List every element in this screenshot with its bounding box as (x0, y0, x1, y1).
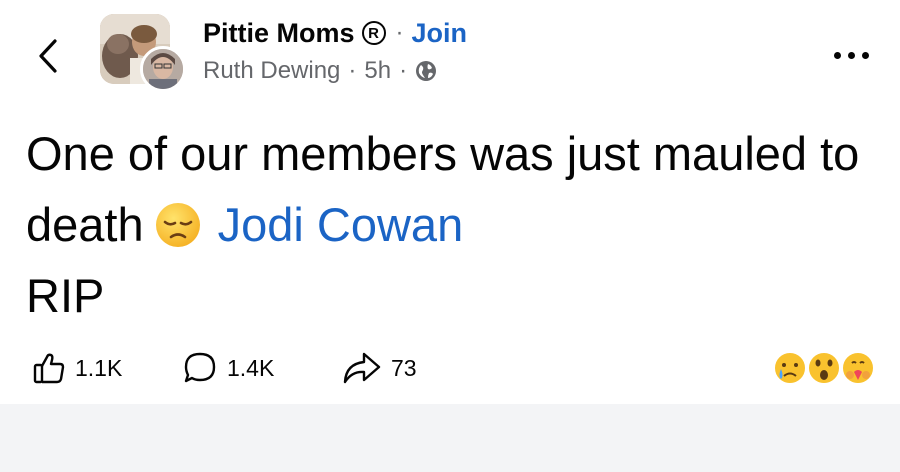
title-line: Pittie Moms R · Join (203, 14, 467, 52)
thumbs-up-icon (33, 353, 65, 384)
group-name-link[interactable]: Pittie Moms (203, 18, 355, 49)
registered-mark-icon: R (361, 21, 386, 45)
separator-dot: · (348, 57, 357, 84)
comment-count: 1.4K (227, 354, 275, 381)
mention-link[interactable]: Jodi Cowan (218, 198, 464, 251)
author-name-link[interactable]: Ruth Dewing (203, 57, 340, 85)
astonished-face-icon (807, 351, 841, 385)
join-button[interactable]: Join (412, 18, 468, 49)
comment-button[interactable]: 1.4K (182, 344, 274, 392)
separator-dot: · (399, 57, 408, 84)
globe-icon (416, 61, 437, 81)
more-options-button[interactable] (826, 40, 876, 70)
action-bar: 1.1K 1.4K 73 (0, 344, 900, 392)
share-count: 73 (391, 354, 417, 381)
more-dot-icon (833, 51, 841, 59)
like-button[interactable]: 1.1K (32, 344, 122, 392)
post-text-rip: RIP (26, 269, 105, 322)
crying-face-icon (773, 351, 807, 385)
comment-bubble-icon (184, 352, 216, 383)
heart-hug-face-icon (841, 351, 875, 385)
reactions-summary[interactable] (770, 348, 880, 388)
separator-dot: · (395, 19, 404, 46)
more-dot-icon (847, 51, 855, 59)
author-photo-image (143, 49, 183, 89)
avatar-stack[interactable] (100, 14, 190, 92)
author-avatar[interactable] (140, 46, 186, 92)
post-header: Pittie Moms R · Join Ruth Dewing · 5h · (0, 0, 900, 100)
more-dot-icon (861, 51, 869, 59)
post-time[interactable]: 5h (364, 57, 391, 85)
meta-line: Ruth Dewing · 5h · (203, 54, 437, 88)
disappointed-face-emoji-icon (155, 203, 200, 247)
feed-divider (0, 404, 900, 472)
back-button[interactable] (30, 36, 66, 76)
chevron-left-icon (39, 39, 57, 73)
share-button[interactable]: 73 (342, 344, 417, 392)
post-body: One of our members was just mauled to de… (26, 118, 886, 331)
share-arrow-icon (343, 352, 381, 384)
like-count: 1.1K (75, 354, 123, 381)
